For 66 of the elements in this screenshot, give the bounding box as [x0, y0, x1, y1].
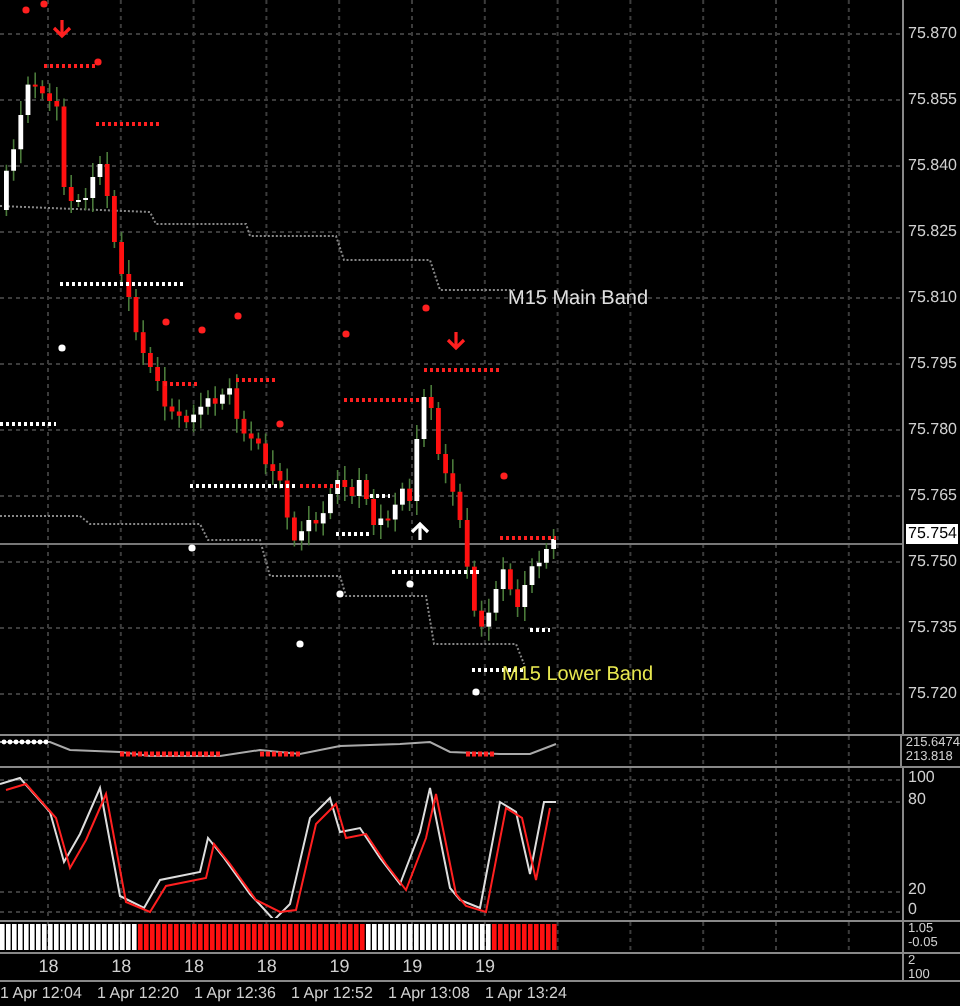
price-label: 75.750	[908, 550, 959, 574]
resistance-line	[500, 536, 556, 540]
price-label: 75.870	[908, 22, 959, 46]
signal-dot	[198, 326, 206, 334]
price-label: 75.780	[908, 418, 959, 442]
support-line	[0, 422, 56, 426]
signal-dot	[40, 0, 48, 8]
signal-dot	[58, 344, 66, 352]
grid-label: 18	[109, 954, 134, 980]
signal-dot	[94, 58, 102, 66]
time-label: 1 Apr 12:52	[291, 982, 375, 1006]
price-label: 75.720	[908, 682, 959, 706]
support-line	[190, 484, 296, 488]
time-label: 1 Apr 12:20	[97, 982, 181, 1006]
support-line	[370, 494, 390, 498]
signal-dot	[188, 544, 196, 552]
signal-dot	[336, 590, 344, 598]
price-label: 75.825	[908, 220, 959, 244]
signal-dot	[276, 420, 284, 428]
grid-label: 19	[473, 954, 498, 980]
signal-dot	[342, 330, 350, 338]
up-arrow-icon	[410, 521, 430, 542]
band-label: M15 Lower Band	[502, 662, 654, 690]
down-arrow-icon	[446, 330, 466, 351]
current-price-tag: 75.754	[906, 524, 959, 544]
support-line	[472, 668, 524, 672]
signal-dot	[22, 6, 30, 14]
resistance-line	[300, 484, 340, 488]
signal-dot	[296, 640, 304, 648]
signal-dot	[234, 312, 242, 320]
price-label: 75.855	[908, 88, 959, 112]
grid-label: 19	[327, 954, 352, 980]
price-label: 75.765	[908, 484, 959, 508]
signal-dot	[406, 580, 414, 588]
time-label: 1 Apr 12:04	[0, 982, 84, 1006]
grid-label: 18	[36, 954, 61, 980]
resistance-line	[236, 378, 276, 382]
signal-dot	[422, 304, 430, 312]
axis-label: 100	[908, 768, 935, 786]
resistance-line	[344, 398, 420, 402]
axis-label: 80	[908, 790, 926, 808]
grid-label: 19	[400, 954, 425, 980]
support-line	[392, 570, 480, 574]
time-label: 1 Apr 12:36	[194, 982, 278, 1006]
resistance-line	[424, 368, 500, 372]
signal-dot	[472, 688, 480, 696]
resistance-line	[96, 122, 160, 126]
support-line	[336, 532, 370, 536]
axis-label: 20	[908, 880, 926, 898]
price-label: 75.810	[908, 286, 959, 310]
price-label: 75.795	[908, 352, 959, 376]
resistance-line	[164, 382, 200, 386]
price-label: 75.735	[908, 616, 959, 640]
resistance-line	[44, 64, 96, 68]
grid-label: 18	[181, 954, 206, 980]
down-arrow-icon	[52, 18, 72, 39]
support-line	[530, 628, 550, 632]
price-label: 75.840	[908, 154, 959, 178]
signal-dot	[162, 318, 170, 326]
axis-label: 0	[908, 900, 917, 918]
grid-label: 18	[254, 954, 279, 980]
signal-dot	[500, 472, 508, 480]
time-label: 1 Apr 13:08	[388, 982, 472, 1006]
time-label: 1 Apr 13:24	[485, 982, 569, 1006]
band-label: M15 Main Band	[508, 286, 649, 314]
support-line	[60, 282, 184, 286]
